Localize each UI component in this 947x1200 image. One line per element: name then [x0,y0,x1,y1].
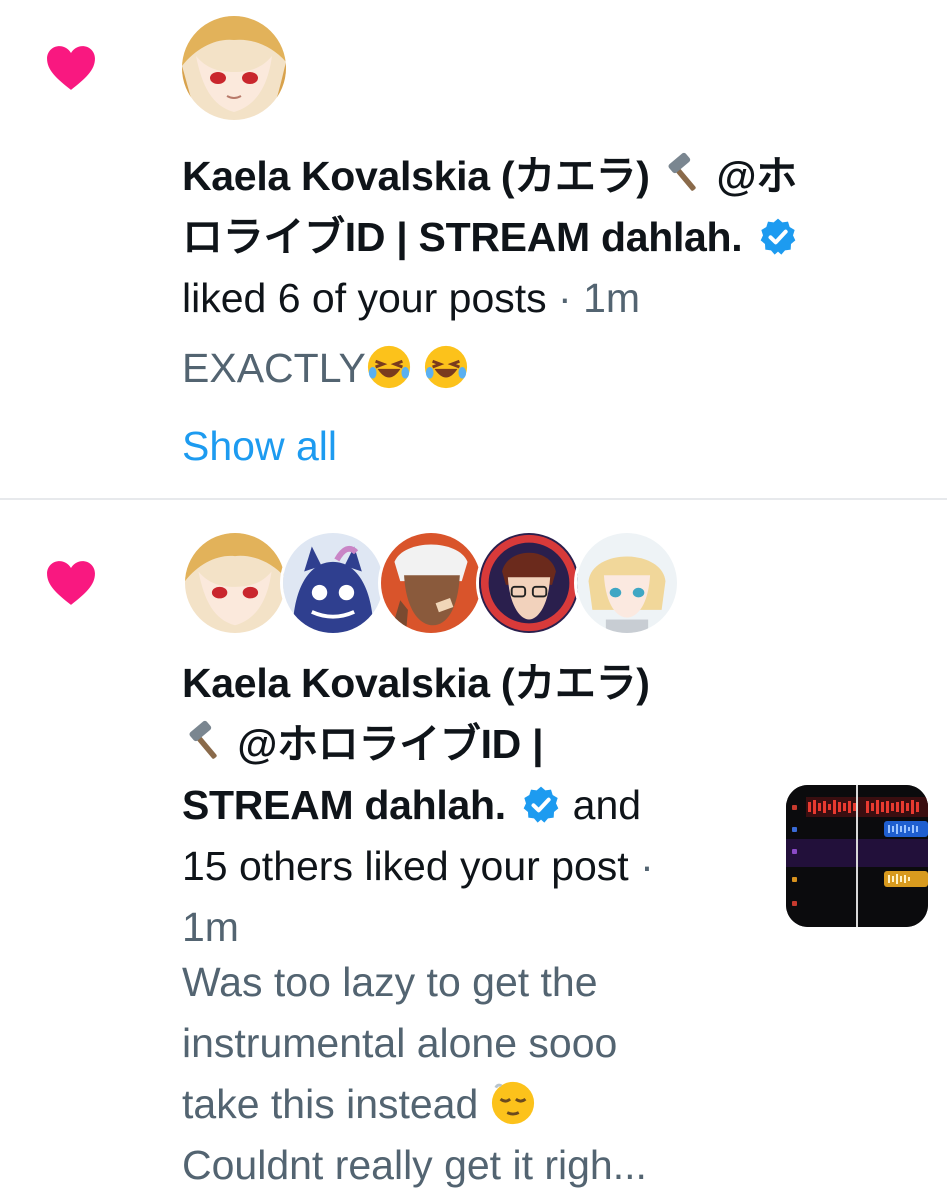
avatar[interactable] [182,16,286,120]
avatar[interactable] [280,530,386,636]
post-preview[interactable]: EXACTLY [182,338,469,399]
heart-icon [47,46,95,90]
show-all-link[interactable]: Show all [182,418,337,474]
avatar[interactable] [182,530,288,636]
separator-dot: · [558,275,572,321]
avatar[interactable] [574,530,680,636]
action-and: and [572,782,642,828]
hammer-icon [668,152,696,191]
notification-text: Kaela Kovalskia (カエラ) @ホロライブID | STREAM … [182,660,654,950]
laughing-emoji-icon [367,345,410,389]
timestamp: 1m [583,275,641,321]
notification-text: Kaela Kovalskia (カエラ) @ホ ロライブID | STREAM… [182,152,797,321]
heart-icon [47,561,95,605]
timestamp: 1m [182,904,239,950]
relieved-face-emoji-icon [491,1081,534,1125]
notification-item[interactable]: Kaela Kovalskia (カエラ) @ホロライブID | STREAM … [0,500,947,1200]
hammer-icon [189,720,217,759]
separator-dot: · [640,843,654,889]
user-name[interactable]: Kaela Kovalskia (カエラ) [182,660,650,706]
avatar[interactable] [378,530,484,636]
avatar-row [182,16,286,120]
action-text: liked 6 of your posts [182,275,547,321]
avatar[interactable] [476,530,582,636]
notification-item[interactable]: Kaela Kovalskia (カエラ) @ホ ロライブID | STREAM… [0,0,947,498]
laughing-emoji-icon [425,345,468,389]
verified-badge-icon [523,786,559,823]
post-preview[interactable]: Was too lazy to get the instrumental alo… [182,952,742,1196]
user-name[interactable]: Kaela Kovalskia (カエラ) [182,153,650,199]
post-media-thumbnail[interactable] [786,785,928,927]
avatar-row [182,530,680,636]
action-text: 15 others liked your post [182,843,629,889]
verified-badge-icon [760,218,796,255]
